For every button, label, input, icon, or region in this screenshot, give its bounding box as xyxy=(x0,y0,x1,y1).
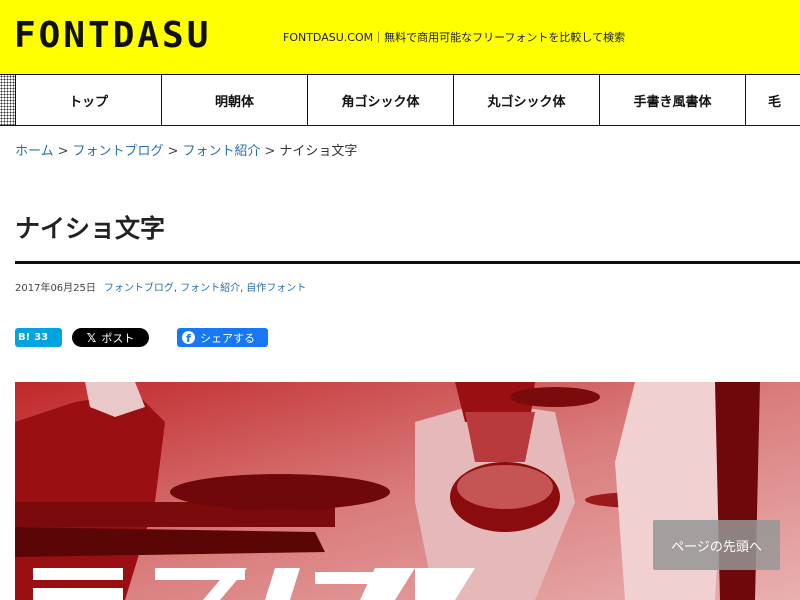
nav-item-top[interactable]: トップ xyxy=(16,75,162,125)
page-title: ナイショ文字 xyxy=(15,214,166,243)
category-link-font-blog[interactable]: フォントブログ xyxy=(104,283,174,294)
breadcrumb-separator: > xyxy=(264,144,276,159)
x-post-button[interactable]: 𝕏 ポスト xyxy=(72,328,149,347)
nav-items: トップ 明朝体 角ゴシック体 丸ゴシック体 手書き風書体 毛 xyxy=(16,75,800,125)
hatena-bookmark-count: 33 xyxy=(34,332,49,343)
nav-item-mincho[interactable]: 明朝体 xyxy=(162,75,308,125)
category-separator: , xyxy=(173,283,178,294)
title-divider xyxy=(15,261,800,264)
facebook-share-button[interactable]: f シェアする xyxy=(177,328,268,347)
facebook-share-label: シェアする xyxy=(200,331,255,345)
category-link-font-intro[interactable]: フォント紹介 xyxy=(180,283,240,294)
hatena-bookmark-icon: B! xyxy=(18,332,31,343)
breadcrumb-separator: > xyxy=(57,144,69,159)
breadcrumb: ホーム > フォントブログ > フォント紹介 > ナイショ文字 xyxy=(15,143,357,161)
nav-item-handwritten[interactable]: 手書き風書体 xyxy=(600,75,746,125)
breadcrumb-home[interactable]: ホーム xyxy=(15,144,54,159)
x-logo-icon: 𝕏 xyxy=(86,330,97,345)
global-nav: トップ 明朝体 角ゴシック体 丸ゴシック体 手書き風書体 毛 xyxy=(0,74,800,126)
article-meta: 2017年06月25日 フォントブログ, フォント紹介, 自作フォント xyxy=(15,283,306,295)
breadcrumb-font-intro[interactable]: フォント紹介 xyxy=(182,144,260,159)
breadcrumb-separator: > xyxy=(167,144,179,159)
breadcrumb-current: ナイショ文字 xyxy=(279,144,358,159)
back-to-top-button[interactable]: ページの先頭へ xyxy=(653,520,780,570)
site-header: FONTDASU FONTDASU.COM｜無料で商用可能なフリーフォントを比較… xyxy=(0,0,800,74)
nav-dot-pattern xyxy=(0,75,16,125)
post-date: 2017年06月25日 xyxy=(15,283,96,294)
hatena-bookmark-button[interactable]: B! 33 xyxy=(15,328,62,347)
category-separator: , xyxy=(240,283,244,294)
nav-item-kaku-gothic[interactable]: 角ゴシック体 xyxy=(308,75,454,125)
facebook-icon: f xyxy=(182,331,195,344)
site-logo[interactable]: FONTDASU xyxy=(14,16,211,56)
nav-item-maru-gothic[interactable]: 丸ゴシック体 xyxy=(454,75,600,125)
nav-item-brush[interactable]: 毛 xyxy=(746,75,800,125)
breadcrumb-font-blog[interactable]: フォントブログ xyxy=(73,144,164,159)
category-link-original-font[interactable]: 自作フォント xyxy=(246,283,306,294)
site-tagline: FONTDASU.COM｜無料で商用可能なフリーフォントを比較して検索 xyxy=(283,31,626,44)
x-post-label: ポスト xyxy=(101,331,135,345)
